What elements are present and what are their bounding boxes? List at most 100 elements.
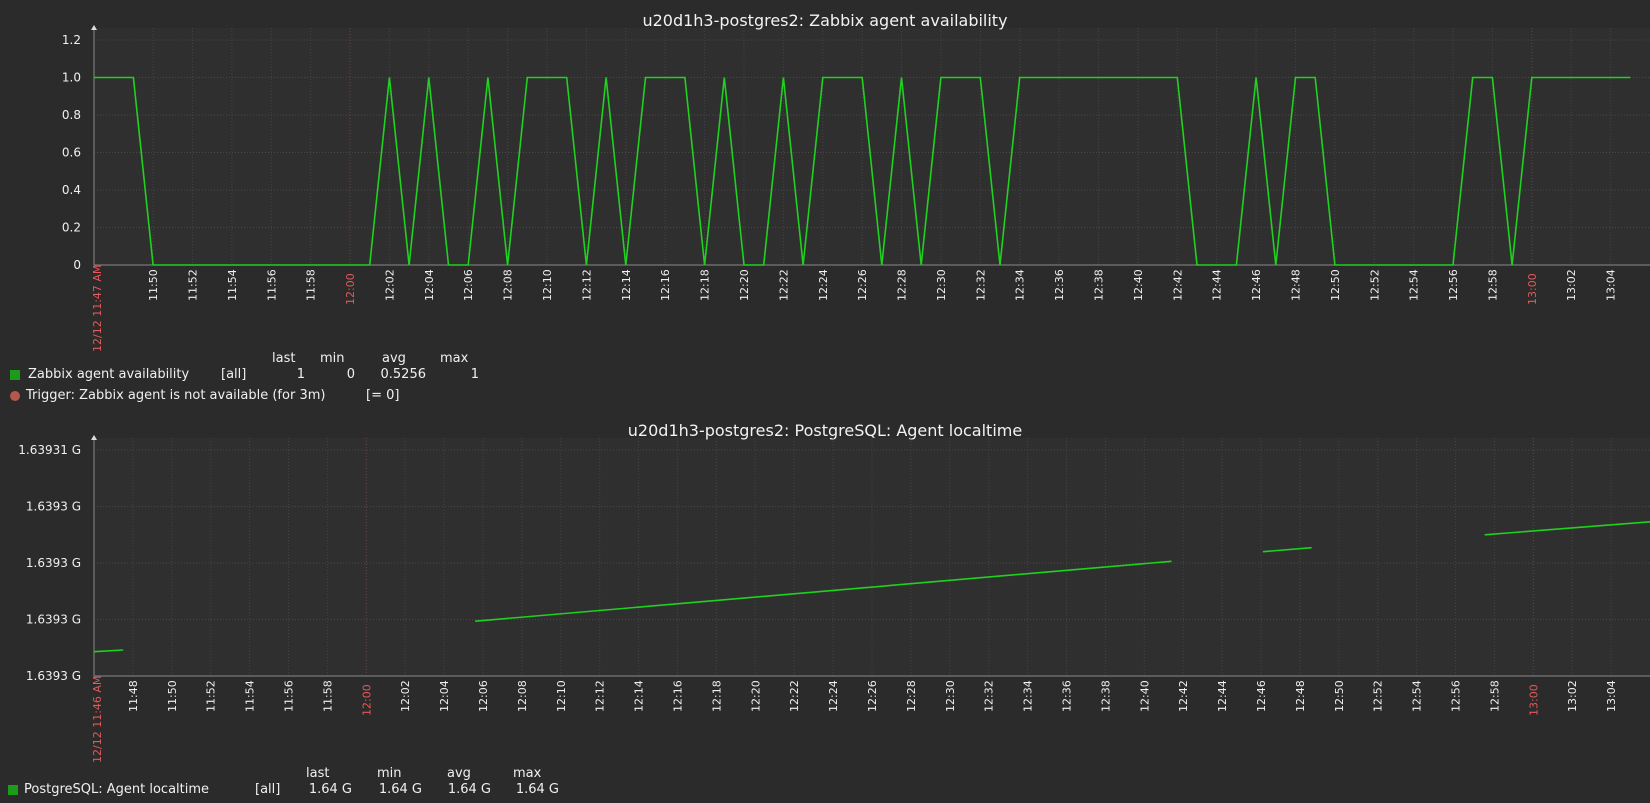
x-tick-label: 11:52 <box>205 680 218 712</box>
localtime-legend: last min avg max PostgreSQL: Agent local… <box>8 766 630 802</box>
legend-header-avg: avg <box>447 766 471 781</box>
x-tick-label: 12:00 <box>344 273 357 305</box>
x-tick-label: 12:46 <box>1250 269 1263 301</box>
x-tick-label: 11:56 <box>265 269 278 301</box>
x-tick-label: 11:54 <box>244 680 257 712</box>
availability-legend: last min avg max Zabbix agent availabili… <box>10 350 610 410</box>
plot-area <box>94 438 1650 676</box>
y-axis-arrow-icon <box>91 435 97 440</box>
legend-series-last: 1.64 G <box>308 782 352 797</box>
x-tick-label: 11:58 <box>321 680 334 712</box>
legend-series-min: 1.64 G <box>378 782 422 797</box>
x-tick-label: 12:34 <box>1014 269 1027 301</box>
y-tick-label: 0.2 <box>62 221 81 235</box>
legend-series-func: [all] <box>255 782 281 797</box>
y-tick-label: 1.6393 G <box>26 500 81 514</box>
legend-series-min: 0 <box>346 367 355 382</box>
x-tick-label: 12:08 <box>502 269 515 301</box>
x-tick-label: 12:44 <box>1216 680 1229 712</box>
x-tick-label: 12:12 <box>580 269 593 301</box>
legend-item: PostgreSQL: Agent localtime [all] 1.64 G… <box>8 781 628 799</box>
x-tick-label: 12:24 <box>827 680 840 712</box>
x-tick-label: 12:04 <box>438 680 451 712</box>
x-start-label: 12/12 11:47 AM <box>91 265 104 352</box>
x-tick-label: 13:04 <box>1605 269 1618 301</box>
x-tick-label: 12:26 <box>856 269 869 301</box>
trigger-marker-icon <box>10 391 20 401</box>
x-tick-label: 12:14 <box>633 680 646 712</box>
legend-header-last: last <box>306 766 330 781</box>
x-tick-label: 12:58 <box>1488 680 1501 712</box>
x-tick-label: 12:10 <box>541 269 554 301</box>
x-tick-label: 12:52 <box>1372 680 1385 712</box>
x-tick-label: 11:54 <box>226 269 239 301</box>
x-tick-label: 12:06 <box>462 269 475 301</box>
x-tick-label: 12:10 <box>555 680 568 712</box>
x-tick-label: 12:38 <box>1099 680 1112 712</box>
x-tick-label: 13:02 <box>1565 269 1578 301</box>
legend-header-avg: avg <box>382 351 406 366</box>
x-tick-label: 12:26 <box>866 680 879 712</box>
legend-series-label: PostgreSQL: Agent localtime <box>24 782 210 797</box>
legend-trigger-value: [= 0] <box>366 388 400 403</box>
x-tick-label: 12:20 <box>738 269 751 301</box>
x-tick-label: 11:50 <box>147 269 160 301</box>
legend-header-last: last <box>272 351 296 366</box>
x-tick-label: 12:20 <box>749 680 762 712</box>
x-tick-label: 12:44 <box>1211 269 1224 301</box>
x-tick-label: 11:48 <box>127 680 140 712</box>
x-tick-label: 12:54 <box>1408 269 1421 301</box>
x-tick-label: 12:42 <box>1171 269 1184 301</box>
x-tick-label: 11:52 <box>186 269 199 301</box>
series-color-swatch <box>8 785 18 795</box>
x-tick-label: 12:16 <box>659 269 672 301</box>
x-tick-label: 12:02 <box>383 269 396 301</box>
x-tick-label: 13:04 <box>1605 680 1618 712</box>
x-tick-label: 12:52 <box>1368 269 1381 301</box>
x-tick-label: 12:40 <box>1132 269 1145 301</box>
legend-series-max: 1.64 G <box>515 782 559 797</box>
x-tick-label: 12:24 <box>817 269 830 301</box>
x-tick-label: 12:36 <box>1053 269 1066 301</box>
x-tick-label: 12:00 <box>360 684 373 716</box>
y-tick-label: 1.6393 G <box>26 556 81 570</box>
x-tick-label: 12:48 <box>1289 269 1302 301</box>
legend-series-last: 1 <box>296 367 305 382</box>
x-tick-label: 12:50 <box>1333 680 1346 712</box>
x-tick-label: 12:42 <box>1177 680 1190 712</box>
x-tick-label: 12:48 <box>1294 680 1307 712</box>
x-tick-label: 12:02 <box>399 680 412 712</box>
x-tick-label: 12:38 <box>1093 269 1106 301</box>
x-tick-label: 11:56 <box>283 680 296 712</box>
x-tick-label: 12:12 <box>594 680 607 712</box>
y-tick-label: 0.4 <box>62 183 81 197</box>
x-tick-label: 12:50 <box>1329 269 1342 301</box>
y-tick-label: 1.0 <box>62 71 81 85</box>
x-tick-label: 12:18 <box>710 680 723 712</box>
x-tick-label: 12:14 <box>620 269 633 301</box>
y-tick-label: 1.2 <box>62 33 81 47</box>
x-tick-label: 12:28 <box>905 680 918 712</box>
x-tick-label: 12:32 <box>983 680 996 712</box>
x-tick-label: 12:30 <box>944 680 957 712</box>
x-tick-label: 12:40 <box>1138 680 1151 712</box>
legend-series-avg: 0.5256 <box>380 367 427 382</box>
x-tick-label: 12:36 <box>1061 680 1074 712</box>
legend-trigger: Trigger: Zabbix agent is not available (… <box>10 387 610 405</box>
x-tick-label: 12:46 <box>1255 680 1268 712</box>
x-tick-label: 12:28 <box>896 269 909 301</box>
x-tick-label: 13:00 <box>1527 684 1540 716</box>
x-tick-label: 13:00 <box>1526 273 1539 305</box>
legend-header-max: max <box>513 766 542 781</box>
y-tick-label: 1.63931 G <box>18 443 81 457</box>
x-tick-label: 12:16 <box>672 680 685 712</box>
x-tick-label: 12:22 <box>788 680 801 712</box>
legend-item: Zabbix agent availability [all] 1 0 0.52… <box>10 366 610 384</box>
x-tick-label: 12:18 <box>699 269 712 301</box>
x-tick-label: 12:56 <box>1447 269 1460 301</box>
chart-title: u20d1h3-postgres2: PostgreSQL: Agent loc… <box>628 421 1022 440</box>
x-tick-label: 12:54 <box>1411 680 1424 712</box>
legend-series-func: [all] <box>221 367 247 382</box>
legend-series-avg: 1.64 G <box>447 782 491 797</box>
legend-series-label: Zabbix agent availability <box>28 367 190 382</box>
